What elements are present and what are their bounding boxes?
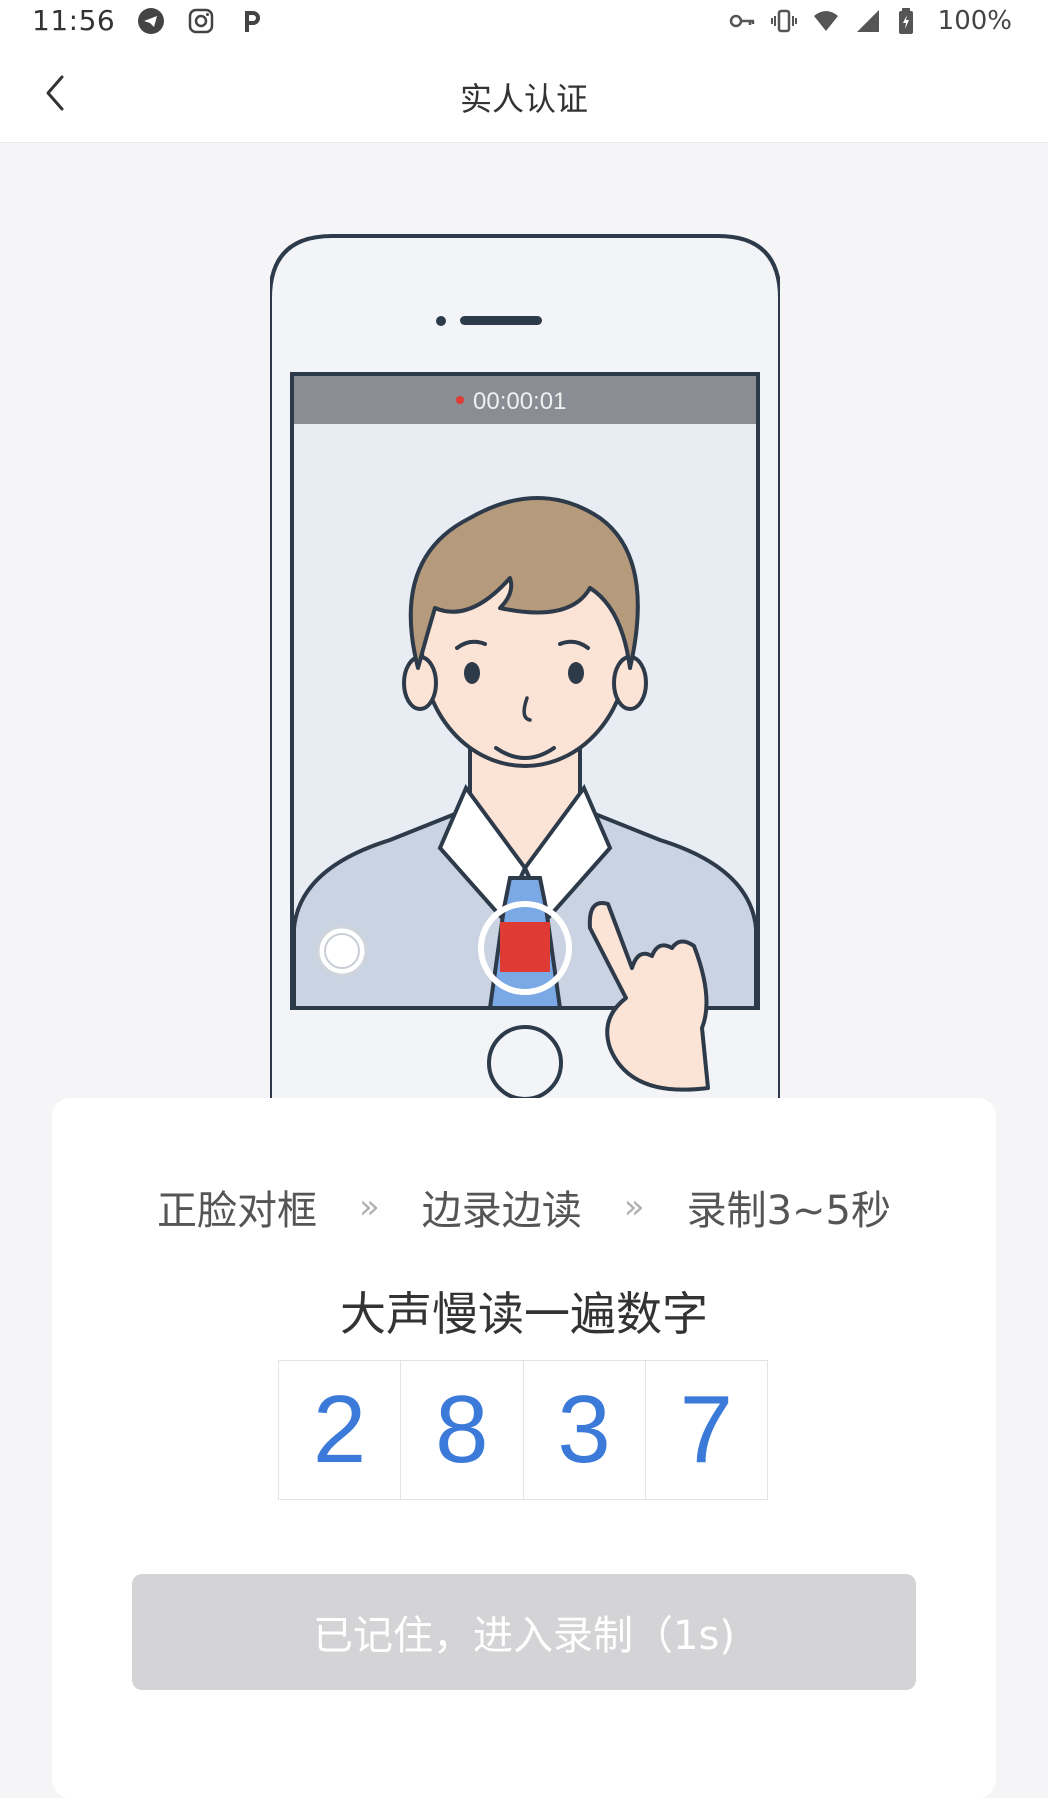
- status-time: 11:56: [32, 4, 116, 37]
- recording-dot: [456, 396, 464, 404]
- step-1: 正脸对框: [156, 1188, 317, 1234]
- signal-icon: [854, 7, 882, 35]
- instagram-icon: [187, 7, 215, 35]
- wifi-icon: [812, 7, 840, 35]
- digit: 7: [679, 1376, 734, 1483]
- telegram-icon: [137, 7, 165, 35]
- battery-percent: 100%: [937, 6, 1012, 36]
- read-instruction: 大声慢读一遍数字: [340, 1287, 708, 1341]
- vibrate-icon: [770, 7, 798, 35]
- step-2: 边录边读: [421, 1188, 582, 1234]
- status-bar-right: 100%: [728, 6, 1012, 36]
- recording-time: 00:00:01: [473, 388, 566, 415]
- status-bar: 11:56 100%: [0, 0, 1048, 44]
- home-button: [487, 1025, 563, 1101]
- digit-code: 2 8 3 7: [278, 1360, 768, 1500]
- start-recording-button[interactable]: 已记住，进入录制（1s): [132, 1574, 916, 1690]
- navbar: 实人认证: [0, 44, 1048, 143]
- key-icon: [728, 7, 756, 35]
- digit: 8: [401, 1361, 524, 1499]
- phone-illustration: 00:00:01: [268, 228, 782, 1108]
- status-bar-left: 11:56: [32, 4, 265, 37]
- digit: 2: [279, 1361, 402, 1499]
- instruction-card: 正脸对框 » 边录边读 » 录制3~5秒 大声慢读一遍数字 2 8 3 7 已记…: [52, 1098, 996, 1798]
- steps-row: 正脸对框 » 边录边读 » 录制3~5秒: [52, 1178, 996, 1236]
- battery-icon: [896, 7, 924, 35]
- step-3: 录制3~5秒: [686, 1188, 892, 1234]
- page-title: 实人认证: [459, 80, 588, 118]
- record-button-square: [500, 922, 550, 972]
- digit: 3: [524, 1361, 646, 1499]
- p-icon: [237, 7, 265, 35]
- step-separator: »: [358, 1187, 380, 1227]
- step-separator: »: [623, 1187, 645, 1227]
